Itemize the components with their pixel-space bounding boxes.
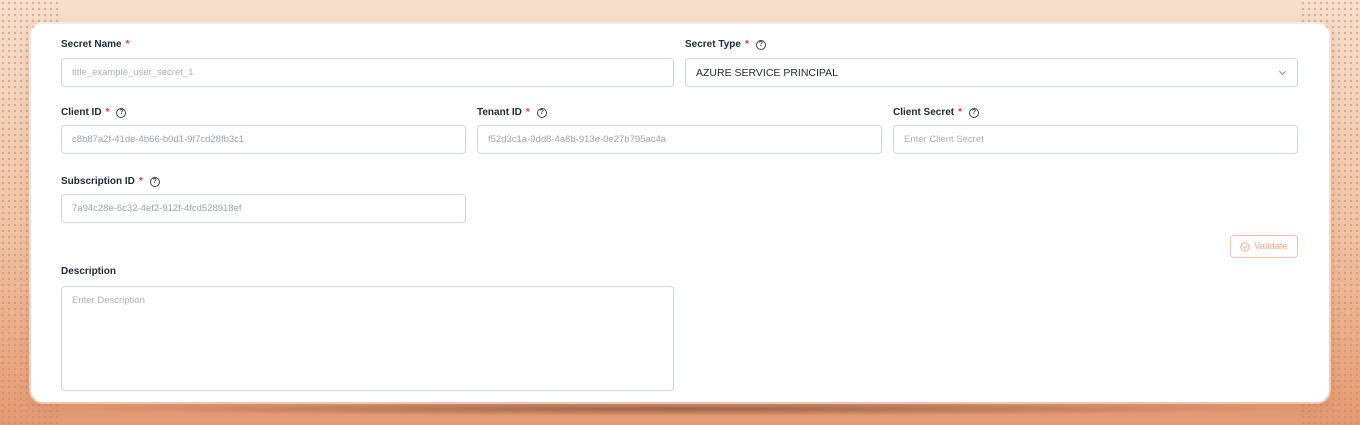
chevron-down-icon <box>1278 70 1287 76</box>
secret-type-label: Secret Type * ? <box>685 39 766 50</box>
card-shadow <box>60 402 1300 416</box>
client-secret-input[interactable] <box>893 125 1298 154</box>
question-circle-icon[interactable]: ? <box>116 107 127 118</box>
check-circle-icon <box>1240 241 1250 252</box>
description-label: Description <box>61 266 116 277</box>
secret-type-label-text: Secret Type <box>685 39 741 50</box>
subscription-id-input[interactable] <box>61 194 466 223</box>
required-mark: * <box>958 107 963 118</box>
subscription-id-label: Subscription ID * ? <box>61 176 160 187</box>
description-textarea[interactable] <box>61 286 674 391</box>
secret-name-label: Secret Name * <box>61 39 130 50</box>
secret-name-input[interactable] <box>61 58 674 87</box>
question-circle-icon[interactable]: ? <box>969 107 980 118</box>
required-mark: * <box>138 176 143 187</box>
validate-button-label: Validate <box>1254 241 1288 252</box>
validate-button[interactable]: Validate <box>1230 235 1298 258</box>
question-circle-icon[interactable]: ? <box>149 176 160 187</box>
required-mark: * <box>525 107 530 118</box>
secret-type-select[interactable]: AZURE SERVICE PRINCIPAL <box>685 58 1298 87</box>
client-id-input[interactable] <box>61 125 466 154</box>
tenant-id-label: Tenant ID * ? <box>477 107 547 118</box>
secret-form-card: Secret Name* Secret Type* ? AZURE SERVIC… <box>31 24 1329 402</box>
tenant-id-label-text: Tenant ID <box>477 107 522 118</box>
required-mark: * <box>105 107 110 118</box>
question-circle-icon[interactable]: ? <box>536 107 547 118</box>
subscription-id-label-text: Subscription ID <box>61 176 135 187</box>
question-circle-icon[interactable]: ? <box>755 39 766 50</box>
client-id-label-text: Client ID <box>61 107 102 118</box>
tenant-id-input[interactable] <box>477 125 882 154</box>
secret-name-label-text: Secret Name <box>61 39 122 50</box>
client-secret-label-text: Client Secret <box>893 107 955 118</box>
client-id-label: Client ID * ? <box>61 107 127 118</box>
required-mark: * <box>125 39 130 50</box>
client-secret-label: Client Secret * ? <box>893 107 980 118</box>
secret-type-value: AZURE SERVICE PRINCIPAL <box>696 66 838 79</box>
description-label-text: Description <box>61 266 117 277</box>
required-mark: * <box>744 39 749 50</box>
